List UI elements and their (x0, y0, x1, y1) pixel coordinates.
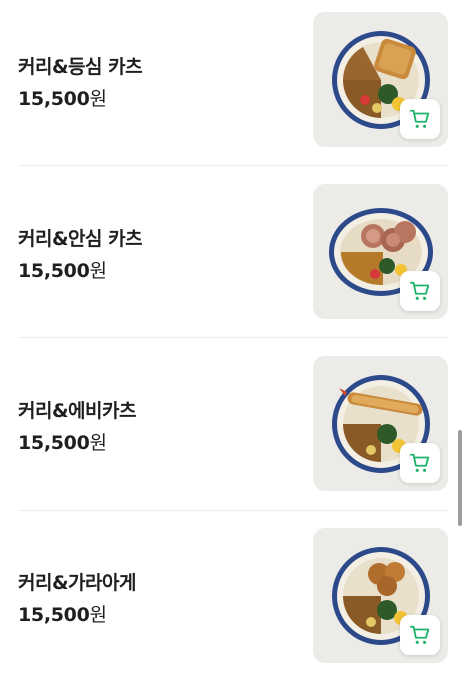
menu-item-price: 15,500원 (18, 430, 136, 456)
menu-item-image[interactable] (313, 12, 448, 147)
price-amount: 15,500 (18, 260, 90, 282)
menu-item-price: 15,500원 (18, 602, 136, 628)
add-to-cart-button[interactable] (400, 615, 440, 655)
cart-icon (409, 109, 430, 128)
menu-item-image[interactable] (313, 184, 448, 319)
menu-item-text: 커리&에비카츠 15,500원 (18, 398, 136, 456)
add-to-cart-button[interactable] (400, 443, 440, 483)
menu-item[interactable]: 커리&에비카츠 15,500원 (18, 356, 448, 492)
scrollbar[interactable] (458, 430, 462, 526)
cart-icon (409, 625, 430, 644)
add-to-cart-button[interactable] (400, 271, 440, 311)
menu-item-text: 커리&등심 카츠 15,500원 (18, 54, 143, 112)
menu-item[interactable]: 커리&안심 카츠 15,500원 (18, 184, 448, 320)
divider (18, 337, 448, 338)
menu-item-price: 15,500원 (18, 258, 142, 284)
menu-item-image[interactable] (313, 528, 448, 663)
menu-item-image[interactable] (313, 356, 448, 491)
divider (18, 165, 448, 166)
divider (18, 510, 448, 511)
menu-item-name: 커리&등심 카츠 (18, 56, 143, 78)
menu-item-name: 커리&에비카츠 (18, 400, 136, 422)
price-currency: 원 (89, 88, 108, 110)
cart-icon (409, 453, 430, 472)
menu-item-price: 15,500원 (18, 86, 142, 112)
menu-item-name: 커리&가라아게 (18, 572, 136, 594)
price-currency: 원 (89, 260, 108, 282)
menu-item-name: 커리&안심 카츠 (18, 228, 143, 250)
add-to-cart-button[interactable] (400, 99, 440, 139)
price-amount: 15,500 (18, 604, 90, 626)
price-amount: 15,500 (18, 432, 90, 454)
menu-item[interactable]: 커리&가라아게 15,500원 (18, 528, 448, 664)
price-currency: 원 (89, 604, 108, 626)
price-amount: 15,500 (18, 88, 90, 110)
price-currency: 원 (89, 432, 108, 454)
menu-item-text: 커리&안심 카츠 15,500원 (18, 226, 143, 284)
menu-item-text: 커리&가라아게 15,500원 (18, 570, 136, 628)
cart-icon (409, 281, 430, 300)
menu-item[interactable]: 커리&등심 카츠 15,500원 (18, 12, 448, 148)
